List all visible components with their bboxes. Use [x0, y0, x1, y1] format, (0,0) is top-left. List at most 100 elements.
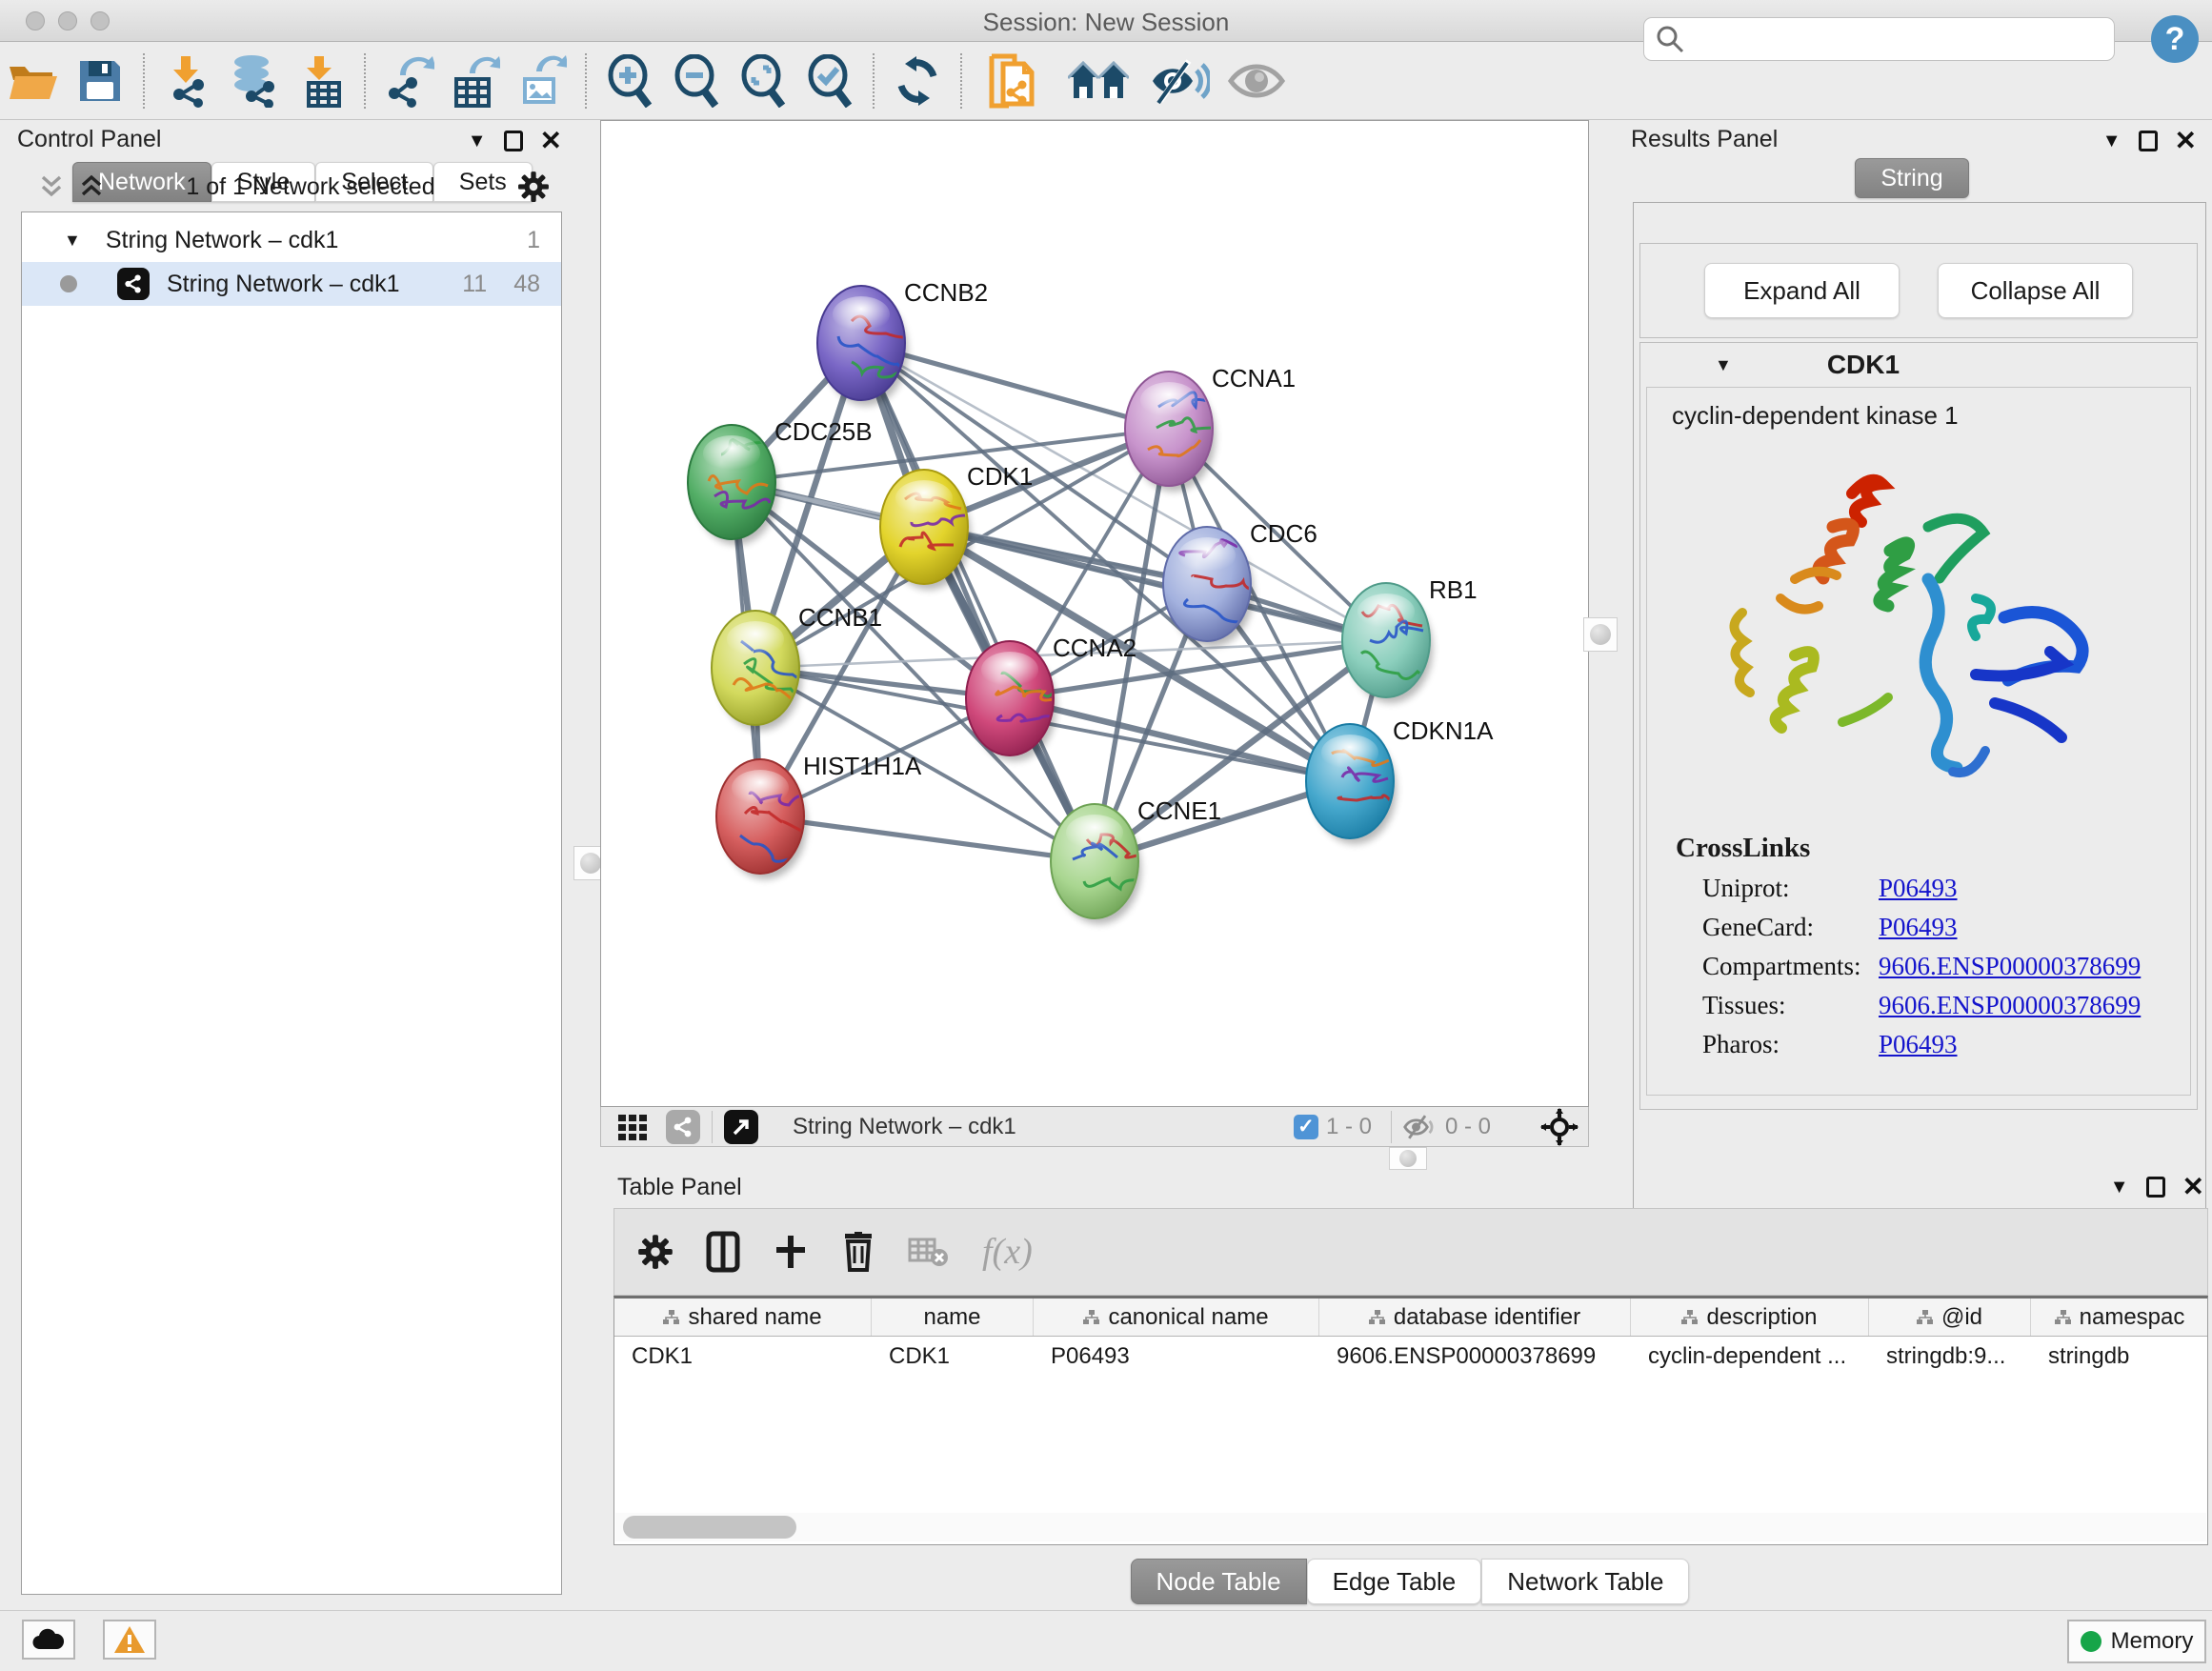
search-input[interactable]: [1684, 20, 2114, 58]
network-node-CDC6[interactable]: CDC6: [1163, 519, 1317, 647]
tab-string[interactable]: String: [1855, 158, 1968, 198]
apply-layout-button[interactable]: [884, 50, 951, 111]
column-header-description[interactable]: description: [1631, 1299, 1869, 1336]
column-header-namespac[interactable]: namespac: [2031, 1299, 2208, 1336]
control-panel-close-icon[interactable]: ✕: [540, 128, 562, 154]
table-row[interactable]: CDK1CDK1P064939606.ENSP00000378699cyclin…: [614, 1337, 2207, 1377]
network-collection-row[interactable]: ▼ String Network – cdk1 1: [22, 218, 561, 262]
collapse-all-button[interactable]: Collapse All: [1938, 263, 2133, 318]
warning-icon: [113, 1625, 146, 1654]
crosslink-link[interactable]: P06493: [1879, 1030, 1958, 1059]
open-external-button[interactable]: [724, 1110, 758, 1144]
network-node-RB1[interactable]: RB1: [1342, 575, 1478, 703]
open-session-button[interactable]: [0, 50, 67, 111]
export-network-button[interactable]: [375, 50, 442, 111]
network-node-CCNB2[interactable]: CCNB2: [817, 278, 988, 406]
network-node-CCNB1[interactable]: CCNB1: [712, 603, 882, 731]
control-panel-float-icon[interactable]: [504, 131, 523, 151]
show-all-button[interactable]: [1223, 50, 1290, 111]
network-node-CDK1[interactable]: CDK1: [880, 462, 1033, 590]
gear-icon[interactable]: [637, 1234, 674, 1270]
table-cell[interactable]: 9606.ENSP00000378699: [1319, 1337, 1631, 1377]
selected-checkbox-icon[interactable]: ✓: [1294, 1115, 1318, 1139]
column-header-name[interactable]: name: [872, 1299, 1034, 1336]
network-node-CDC25B[interactable]: CDC25B: [688, 417, 873, 545]
control-panel-menu-icon[interactable]: ▼: [468, 131, 487, 152]
import-network-file-button[interactable]: [154, 50, 221, 111]
results-panel-close-icon[interactable]: ✕: [2175, 128, 2197, 154]
export-image-button[interactable]: [509, 50, 575, 111]
splitter-handle[interactable]: [1389, 1147, 1427, 1170]
table-cell[interactable]: cyclin-dependent ...: [1631, 1337, 1869, 1377]
collapse-all-icon[interactable]: [39, 174, 64, 199]
tab-edge-table[interactable]: Edge Table: [1307, 1559, 1482, 1604]
table-cell[interactable]: stringdb:9...: [1869, 1337, 2031, 1377]
column-header-canonical-name[interactable]: canonical name: [1034, 1299, 1319, 1336]
table-cell[interactable]: P06493: [1034, 1337, 1319, 1377]
table-cell[interactable]: CDK1: [614, 1337, 872, 1377]
zoom-in-button[interactable]: [596, 50, 663, 111]
export-table-button[interactable]: [442, 50, 509, 111]
network-node-HIST1H1A[interactable]: HIST1H1A: [716, 752, 922, 879]
tab-node-table[interactable]: Node Table: [1131, 1559, 1307, 1604]
crosshair-icon[interactable]: [1540, 1108, 1579, 1146]
node-table: shared namenamecanonical name database id…: [613, 1296, 2208, 1545]
show-columns-icon[interactable]: [706, 1231, 740, 1273]
grid-view-icon[interactable]: [616, 1111, 649, 1143]
protein-expander-icon[interactable]: ▼: [1715, 355, 1732, 375]
crosslink-link[interactable]: P06493: [1879, 874, 1958, 903]
network-node-CCNE1[interactable]: CCNE1: [1051, 796, 1221, 924]
results-panel-float-icon[interactable]: [2139, 131, 2158, 151]
crosslink-label: Compartments:: [1702, 952, 1879, 981]
tree-expander-icon[interactable]: ▼: [64, 231, 81, 251]
table-hscrollbar[interactable]: [615, 1513, 2206, 1541]
table-cell[interactable]: CDK1: [872, 1337, 1034, 1377]
results-panel-menu-icon[interactable]: ▼: [2102, 131, 2122, 152]
delete-column-icon[interactable]: [841, 1232, 875, 1272]
help-button[interactable]: ?: [2151, 15, 2199, 63]
crosslink-link[interactable]: 9606.ENSP00000378699: [1879, 952, 2141, 981]
protein-details: cyclin-dependent kinase 1: [1646, 387, 2191, 1096]
add-column-icon[interactable]: [773, 1234, 809, 1270]
column-header-@id[interactable]: @id: [1869, 1299, 2031, 1336]
network-canvas[interactable]: CCNB2 CCNA1 CDC25BCDK1 CDC6RB1 CCNB1 CCNA2 CDK…: [600, 120, 1589, 1107]
network-node-CCNA2[interactable]: CCNA2: [966, 634, 1136, 761]
expand-all-icon[interactable]: [79, 174, 104, 199]
table-panel-close-icon[interactable]: ✕: [2182, 1174, 2204, 1200]
column-header-shared-name[interactable]: shared name: [614, 1299, 872, 1336]
column-header-database-identifier[interactable]: database identifier: [1319, 1299, 1631, 1336]
memory-button[interactable]: Memory: [2067, 1620, 2206, 1663]
network-node-CCNA1[interactable]: CCNA1: [1125, 364, 1296, 492]
network-edge-HIST1H1A-CCNE1[interactable]: [760, 816, 1095, 861]
gear-icon[interactable]: [517, 171, 550, 203]
hide-selected-button[interactable]: [1147, 50, 1214, 111]
scrollbar-thumb[interactable]: [623, 1516, 796, 1539]
string-home-button[interactable]: [1065, 50, 1132, 111]
warning-button[interactable]: [103, 1620, 156, 1660]
network-edge-CCNB2-CCNE1[interactable]: [861, 343, 1095, 861]
crosslink-link[interactable]: 9606.ENSP00000378699: [1879, 991, 2141, 1020]
results-panel: Results Panel ▼ ✕ String Expand All Coll…: [1619, 124, 2204, 1115]
vertical-splitter[interactable]: [570, 124, 600, 1145]
zoom-fit-button[interactable]: [730, 50, 796, 111]
column-label: database identifier: [1394, 1304, 1580, 1331]
share-icon: [123, 273, 144, 294]
cloud-button[interactable]: [22, 1620, 75, 1660]
clone-network-button[interactable]: [979, 50, 1046, 111]
table-panel-menu-icon[interactable]: ▼: [2110, 1177, 2129, 1198]
import-table-button[interactable]: [288, 50, 354, 111]
zoom-selected-button[interactable]: [796, 50, 863, 111]
crosslink-link[interactable]: P06493: [1879, 913, 1958, 942]
zoom-out-button[interactable]: [663, 50, 730, 111]
network-node-CDKN1A[interactable]: CDKN1A: [1306, 716, 1494, 844]
network-row[interactable]: String Network – cdk1 11 48: [22, 262, 561, 306]
save-session-button[interactable]: [67, 50, 133, 111]
tab-network-table[interactable]: Network Table: [1481, 1559, 1689, 1604]
table-panel-float-icon[interactable]: [2146, 1177, 2165, 1198]
expand-all-button[interactable]: Expand All: [1704, 263, 1900, 318]
table-cell[interactable]: stringdb: [2031, 1337, 2208, 1377]
splitter-handle[interactable]: [1583, 617, 1618, 652]
network-share-badge[interactable]: [666, 1110, 700, 1144]
import-network-database-button[interactable]: [221, 50, 288, 111]
hidden-eye-icon[interactable]: [1403, 1114, 1438, 1140]
